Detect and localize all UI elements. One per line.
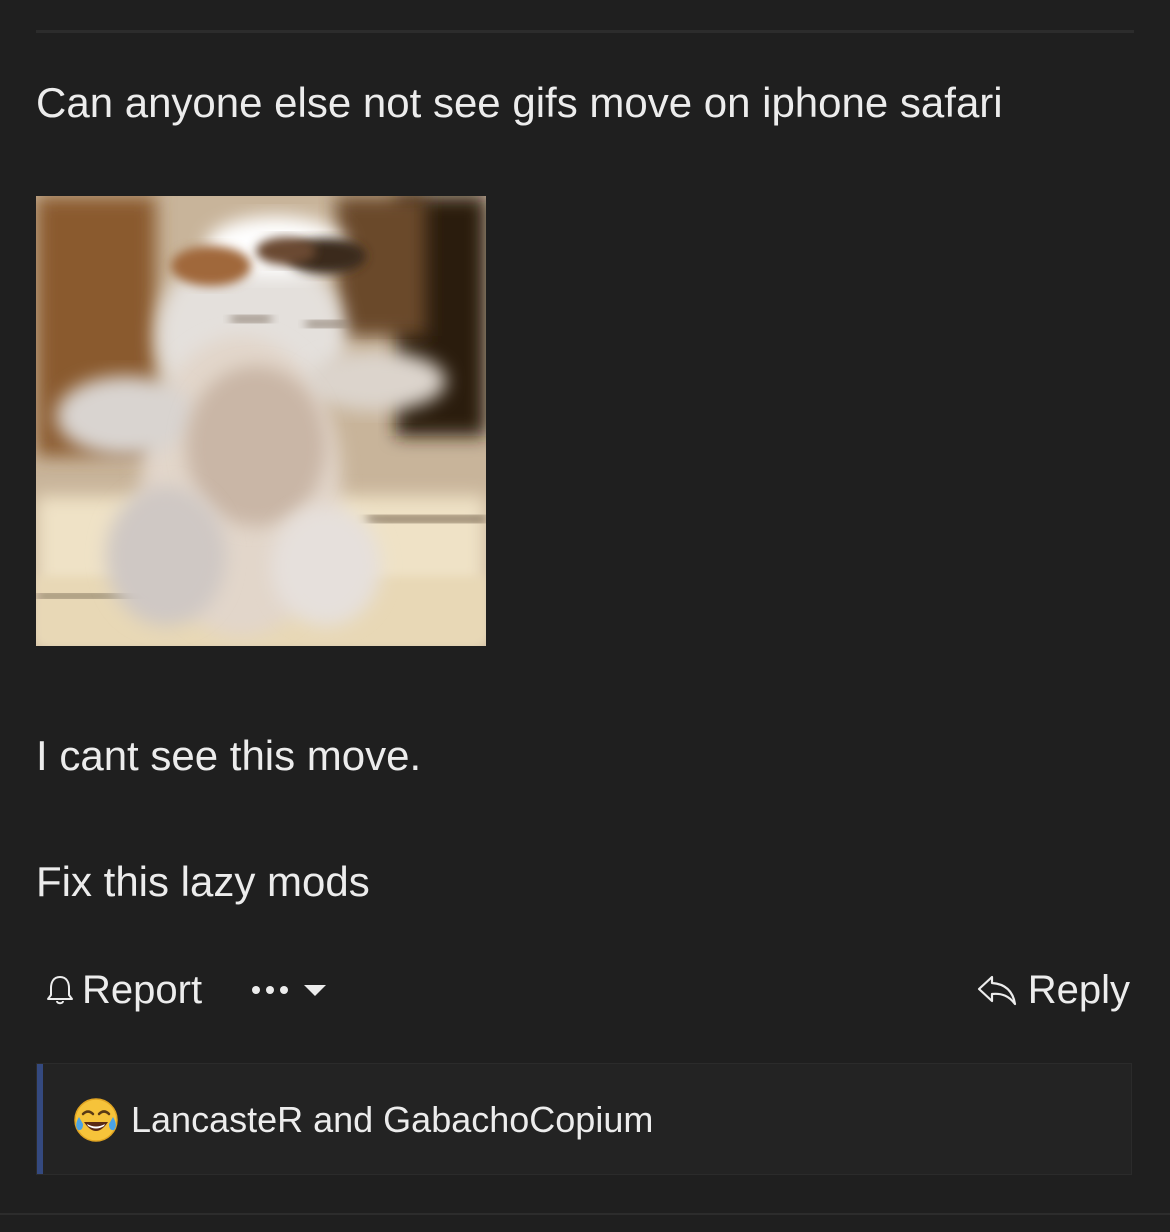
reply-arrow-icon	[977, 975, 1016, 1006]
report-label: Report	[82, 967, 203, 1012]
post-text-line-2: I cant see this move.	[36, 732, 422, 779]
report-button[interactable]: Report	[42, 960, 202, 1020]
bell-icon	[47, 976, 73, 1005]
reaction-users-link[interactable]: LancasteR and GabachoCopium	[131, 1098, 653, 1142]
reactions-accent-bar	[37, 1064, 43, 1174]
post-text-line-1: Can anyone else not see gifs move on iph…	[36, 79, 1003, 126]
cat-gif-picture	[36, 196, 486, 646]
tears-of-joy-emoji-icon	[74, 1098, 118, 1142]
post-action-bar: Report Reply	[36, 960, 1134, 1020]
more-options-button[interactable]	[250, 960, 328, 1020]
reply-label: Reply	[1027, 967, 1130, 1012]
reactions-bar[interactable]: LancasteR and GabachoCopium	[36, 1063, 1132, 1175]
ellipsis-icon	[252, 986, 288, 994]
caret-down-icon	[304, 985, 326, 996]
reply-button[interactable]: Reply	[976, 960, 1130, 1020]
cat-gif-image[interactable]	[36, 196, 486, 646]
bottom-divider	[0, 1213, 1170, 1215]
top-divider	[36, 30, 1134, 33]
post-text-line-3: Fix this lazy mods	[36, 858, 370, 905]
